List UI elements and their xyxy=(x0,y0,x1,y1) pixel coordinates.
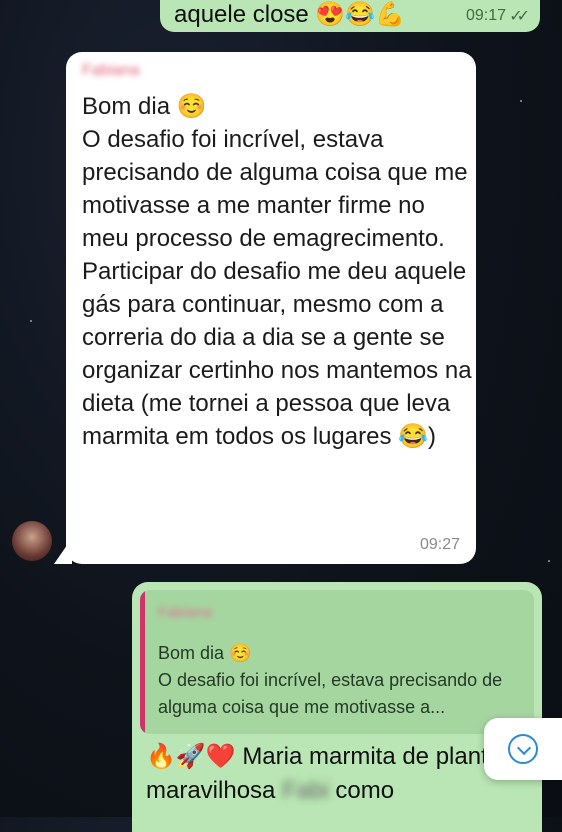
outgoing-reply-bubble[interactable]: Fabiana Bom dia ☺️ O desafio foi incríve… xyxy=(132,582,542,832)
quote-sender-name: Fabiana xyxy=(158,604,213,621)
incoming-message-bubble[interactable]: Fabiana Bom dia ☺️ O desafio foi incríve… xyxy=(66,52,476,564)
chevron-down-icon xyxy=(508,734,538,764)
background-star xyxy=(548,560,550,562)
quoted-message[interactable]: Fabiana Bom dia ☺️ O desafio foi incríve… xyxy=(140,590,534,734)
quote-text: Bom dia ☺️ O desafio foi incrível, estav… xyxy=(158,643,503,717)
message-text: Bom dia ☺️ O desafio foi incrível, estav… xyxy=(82,93,472,450)
read-receipt-icon: ✓✓ xyxy=(509,8,530,25)
message-text: 🔥🚀❤️ Maria marmita de plantão, maravilho… xyxy=(146,740,536,808)
sender-name[interactable]: Fabiana xyxy=(82,62,140,80)
blurred-name: Fabi xyxy=(282,777,329,804)
message-time: 09:27 xyxy=(419,536,460,553)
sender-avatar[interactable] xyxy=(12,521,52,561)
message-time: 09:17 xyxy=(465,7,506,24)
scroll-to-bottom-button[interactable] xyxy=(484,718,562,780)
background-star xyxy=(30,320,32,322)
quote-accent-bar xyxy=(140,590,145,734)
message-text-end: como xyxy=(328,777,395,804)
message-text: aquele close 😍😂💪 xyxy=(174,1,406,28)
background-star xyxy=(520,100,522,102)
outgoing-message-bubble[interactable]: aquele close 😍😂💪 09:17 ✓✓ xyxy=(160,0,540,32)
